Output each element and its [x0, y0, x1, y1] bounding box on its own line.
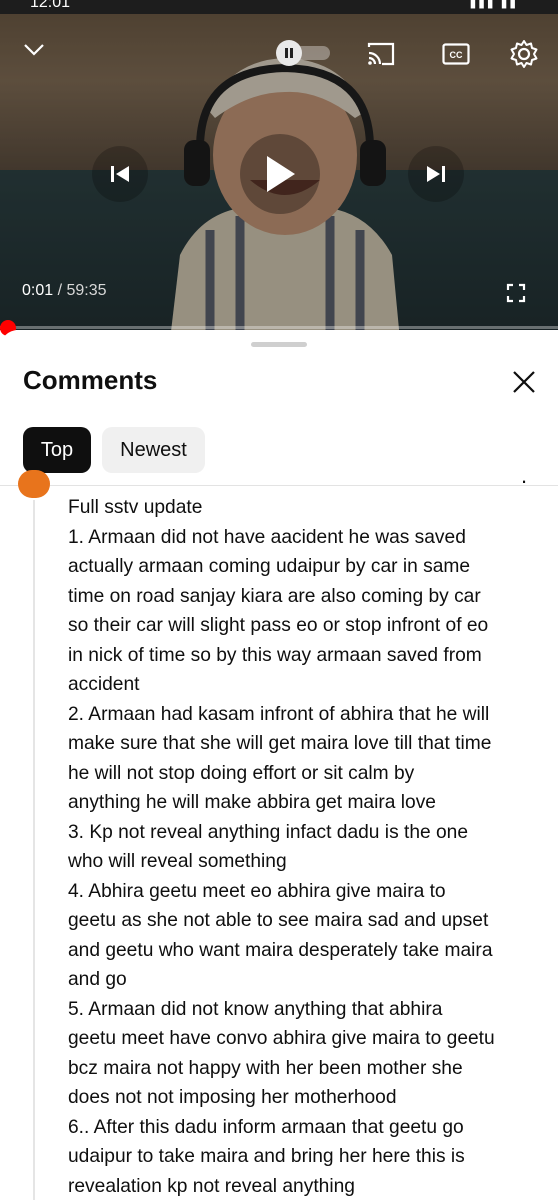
next-icon — [427, 166, 445, 182]
comment-line: and go — [68, 969, 127, 990]
status-bar: 12:01 ▮▮▮ ▮▮ — [0, 0, 558, 14]
gear-icon — [510, 40, 538, 68]
comment-line: 4. Abhira geetu meet eo abhira give mair… — [68, 880, 446, 902]
comment-line: and geetu who want maira desperately tak… — [68, 939, 493, 961]
drag-handle[interactable] — [251, 342, 307, 347]
time-separator: / — [53, 282, 67, 299]
comment-line: 3. Kp not reveal anything infact dadu is… — [68, 821, 469, 843]
avatar[interactable] — [18, 470, 50, 498]
comment-line: so their car will slight pass eo or stop… — [68, 615, 489, 636]
comment-line: make sure that she will get maira love t… — [68, 733, 492, 754]
fullscreen-button[interactable] — [502, 280, 530, 306]
thread-line — [33, 500, 35, 1200]
cc-icon: CC — [442, 43, 470, 65]
comment-line: accident — [68, 674, 140, 695]
status-system-icons: ▮▮▮ ▮▮ — [469, 0, 518, 10]
next-video-button[interactable] — [408, 146, 464, 202]
video-duration: 59:35 — [66, 282, 107, 299]
comment-line: actually armaan coming udaipur by car in… — [68, 556, 471, 577]
settings-button[interactable] — [505, 36, 543, 72]
comment-line: udaipur to take maira and bring her here… — [68, 1146, 465, 1167]
time-display: 0:01 / 59:35 — [22, 282, 107, 300]
comment-line: does not not imposing her motherhood — [68, 1087, 397, 1108]
comment-line: revealation kp not reveal anything — [68, 1175, 355, 1197]
pause-icon — [285, 48, 293, 58]
comment-line: bcz maira not happy with her been mother… — [68, 1057, 463, 1079]
status-clock: 12:01 — [30, 0, 71, 11]
fullscreen-icon — [506, 283, 526, 303]
comments-sheet: Comments Top Newest · Full sstv update 1… — [0, 330, 558, 1200]
comment-line: 1. Armaan did not have aacident he was s… — [68, 526, 466, 548]
comment-line: in nick of time so by this way armaan sa… — [68, 644, 482, 666]
chip-top[interactable]: Top — [23, 427, 91, 473]
seek-bar[interactable] — [0, 326, 558, 329]
cast-button[interactable] — [362, 38, 400, 70]
autoplay-knob — [276, 40, 302, 66]
comment-line: geetu meet have convo abhira give maira … — [68, 1028, 495, 1049]
svg-text:CC: CC — [450, 50, 463, 60]
minimize-player-button[interactable] — [18, 36, 50, 64]
app-screen: 12:01 ▮▮▮ ▮▮ CC 0:01 / 59:35 Comments To… — [0, 0, 558, 1200]
close-comments-button[interactable] — [508, 366, 540, 398]
chips-divider — [0, 485, 558, 486]
comment-line: Full sstv update — [68, 497, 203, 518]
previous-icon — [111, 166, 129, 182]
video-player[interactable]: 12:01 ▮▮▮ ▮▮ CC 0:01 / 59:35 — [0, 0, 558, 330]
close-icon — [513, 371, 535, 393]
chip-newest[interactable]: Newest — [102, 427, 205, 473]
comment-line: he will not stop doing effort or sit cal… — [68, 762, 415, 784]
cast-icon — [367, 42, 395, 66]
comment-line: 2. Armaan had kasam infront of abhira th… — [68, 703, 490, 725]
play-icon — [267, 156, 295, 192]
comment-line: who will reveal something — [68, 851, 287, 872]
comment-line: time on road sanjay kiara are also comin… — [68, 585, 481, 607]
previous-video-button[interactable] — [92, 146, 148, 202]
captions-button[interactable]: CC — [438, 38, 474, 70]
comment-more-button[interactable]: · — [516, 470, 532, 492]
autoplay-toggle[interactable] — [272, 40, 332, 66]
play-button[interactable] — [240, 134, 320, 214]
comment-line: geetu as she not able to see maira sad a… — [68, 910, 489, 931]
chevron-down-icon — [24, 44, 44, 56]
more-vertical-icon: · — [520, 468, 528, 493]
comment-line: anything he will make abbira get maira l… — [68, 792, 436, 813]
comment-body: Full sstv update 1. Armaan did not have … — [68, 493, 538, 1200]
comment-line: 6.. After this dadu inform armaan that g… — [68, 1116, 464, 1138]
comments-title: Comments — [23, 365, 158, 395]
comment-line: 5. Armaan did not know anything that abh… — [68, 998, 443, 1020]
current-time: 0:01 — [22, 282, 54, 299]
